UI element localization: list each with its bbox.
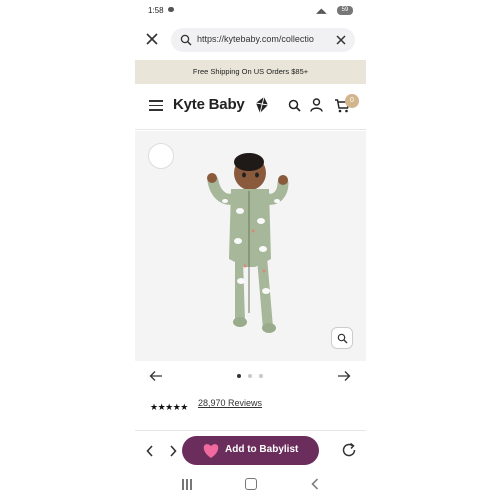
account-icon[interactable]: [310, 98, 323, 112]
system-navigation-bar: [135, 472, 366, 500]
hamburger-menu-icon[interactable]: [149, 100, 163, 112]
carousel-dot[interactable]: [237, 374, 241, 378]
arrow-right-icon[interactable]: [337, 370, 351, 382]
chat-notification-icon: [168, 7, 174, 12]
chevron-left-icon[interactable]: [145, 444, 155, 458]
babylist-label: Add to Babylist: [225, 444, 299, 455]
url-text[interactable]: https://kytebaby.com/collectio: [197, 34, 323, 44]
close-icon[interactable]: [145, 32, 159, 46]
recent-apps-icon[interactable]: [181, 479, 193, 490]
cart-count-badge: 0: [345, 94, 359, 108]
carousel-dot[interactable]: [248, 374, 252, 378]
reviews-link[interactable]: 28,970 Reviews: [198, 398, 262, 408]
rating-stars: ★★★★★: [150, 402, 188, 412]
product-image[interactable]: [135, 131, 366, 361]
search-icon[interactable]: [288, 99, 301, 112]
zoom-button[interactable]: [331, 327, 353, 349]
arrow-left-icon[interactable]: [149, 370, 163, 382]
image-carousel-controls: [135, 366, 366, 386]
clear-icon[interactable]: [335, 34, 347, 46]
address-bar[interactable]: https://kytebaby.com/collectio: [171, 28, 355, 52]
status-bar: 1:58 ◢◣ 59: [135, 0, 366, 22]
promo-banner[interactable]: Free Shipping On US Orders $85+: [135, 60, 366, 84]
kite-logo-icon: [255, 96, 269, 114]
product-rating: ★★★★★ 28,970 Reviews: [150, 397, 262, 412]
phone-screen: 1:58 ◢◣ 59 https://kytebaby.com/collecti…: [135, 0, 366, 500]
add-to-babylist-button[interactable]: Add to Babylist: [182, 436, 319, 465]
home-icon[interactable]: [245, 478, 257, 490]
chevron-right-icon[interactable]: [168, 444, 178, 458]
signal-icon: ◢◣: [316, 8, 327, 15]
site-header: Kyte Baby 0: [135, 84, 366, 130]
browser-toolbar: Add to Babylist: [135, 430, 366, 470]
status-time: 1:58: [148, 6, 164, 15]
browser-bar: https://kytebaby.com/collectio: [135, 24, 366, 56]
brand-logo[interactable]: Kyte Baby: [173, 96, 245, 113]
refresh-icon[interactable]: [341, 442, 357, 458]
carousel-dots: [237, 374, 267, 379]
heart-icon: [203, 444, 219, 458]
baby-in-onesie-illustration: [207, 153, 289, 333]
zoom-icon: [337, 333, 348, 344]
search-icon: [180, 34, 192, 46]
battery-indicator: 59: [337, 6, 353, 15]
carousel-dot[interactable]: [259, 374, 263, 378]
back-icon[interactable]: [311, 478, 319, 490]
